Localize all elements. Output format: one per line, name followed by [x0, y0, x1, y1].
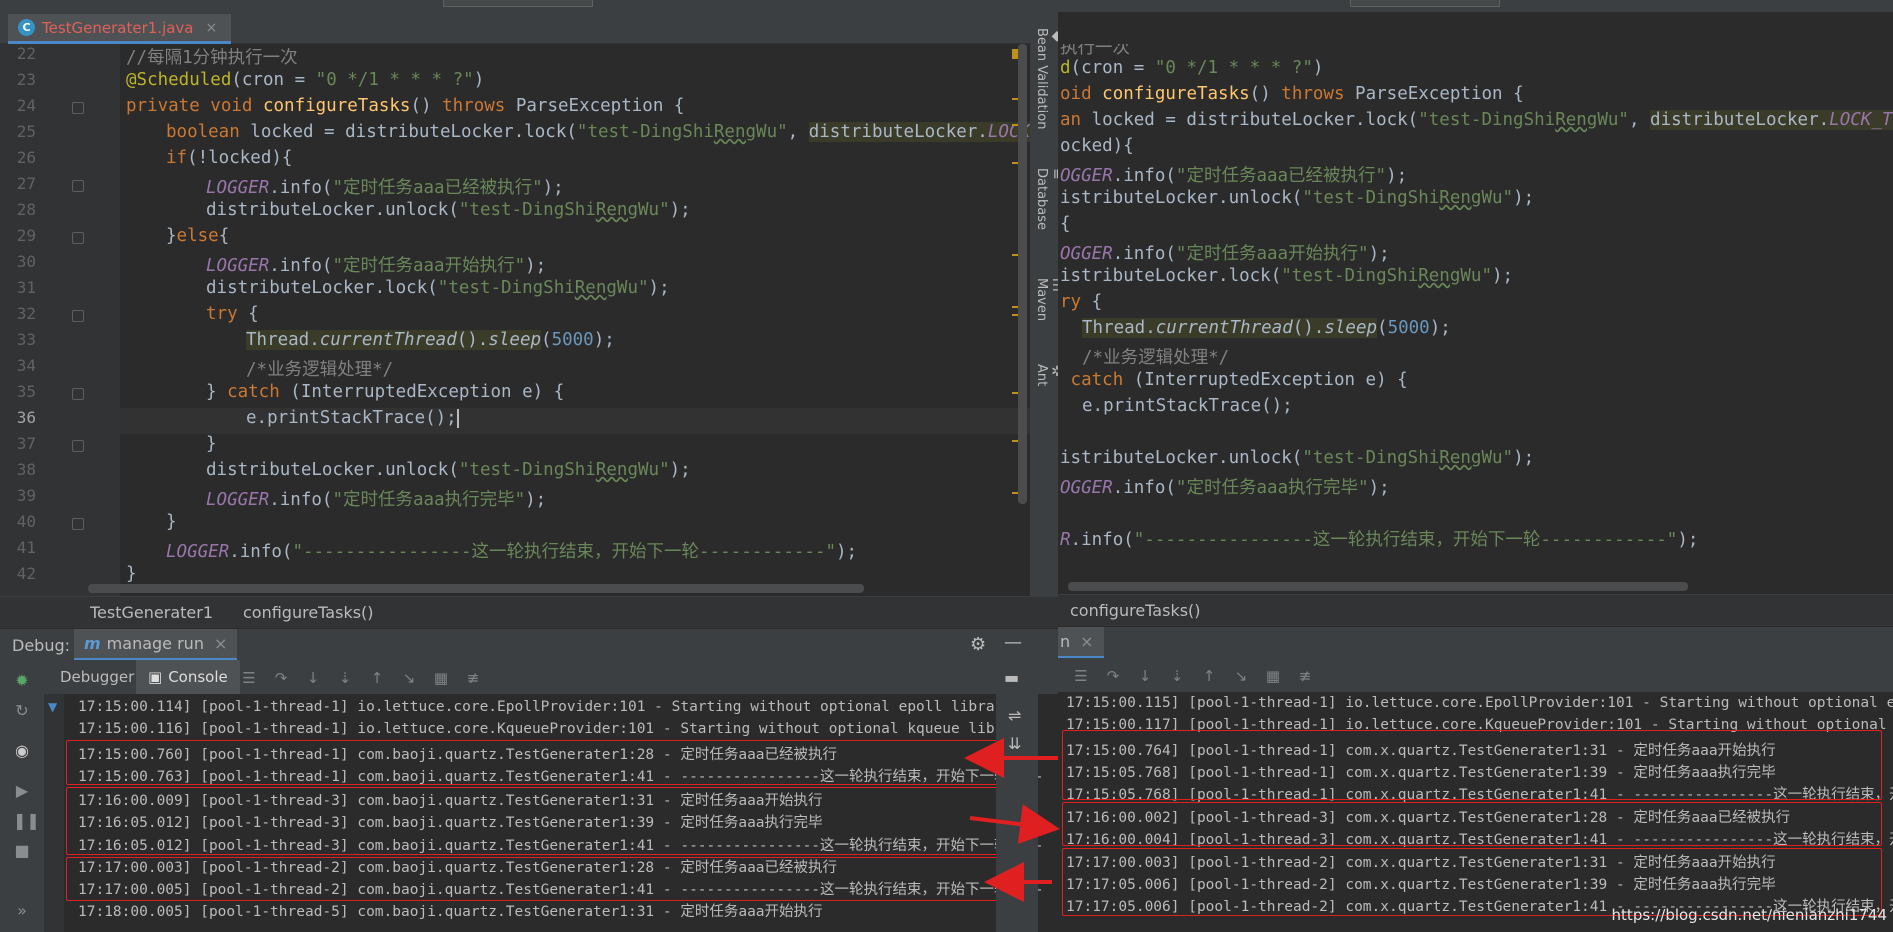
- annotation-arrows: [964, 738, 1060, 902]
- arrow-to-right-second-block: [969, 804, 1060, 844]
